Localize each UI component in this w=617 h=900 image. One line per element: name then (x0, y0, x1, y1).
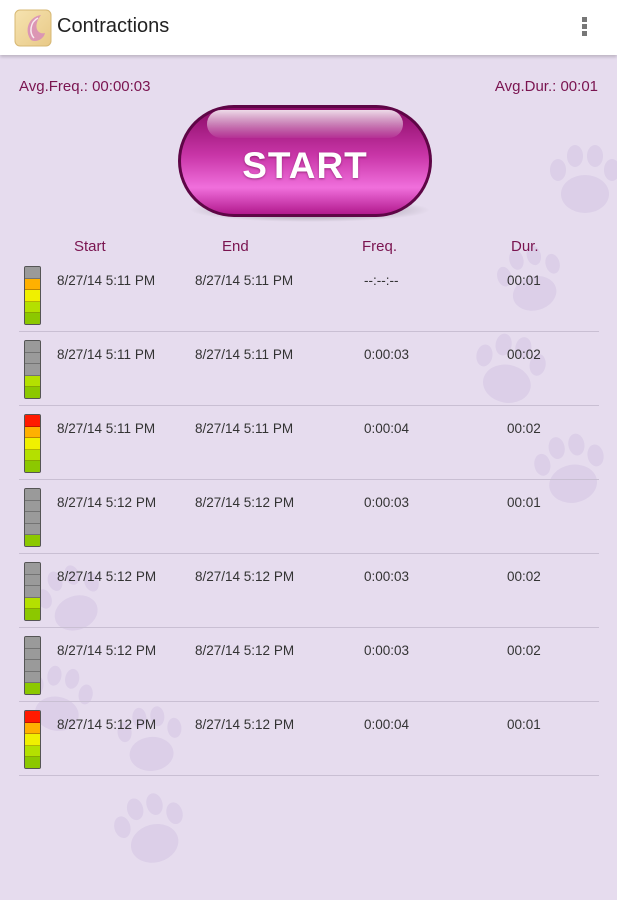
row-frequency: 0:00:04 (364, 421, 410, 436)
row-end-time: 8/27/14 5:12 PM (195, 495, 295, 510)
row-duration: 00:01 (507, 717, 541, 732)
row-frequency: 0:00:03 (364, 495, 410, 510)
intensity-segment (25, 341, 40, 353)
row-divider (19, 775, 599, 776)
row-duration: 00:02 (507, 569, 541, 584)
intensity-segment (25, 438, 40, 450)
row-end-time: 8/27/14 5:11 PM (195, 421, 294, 436)
row-duration: 00:02 (507, 421, 541, 436)
row-end-time: 8/27/14 5:12 PM (195, 569, 295, 584)
intensity-segment (25, 609, 40, 620)
intensity-segment (25, 722, 40, 735)
row-frequency: 0:00:03 (364, 569, 410, 584)
intensity-segment (25, 301, 40, 314)
row-duration: 00:01 (507, 273, 541, 288)
intensity-segment (25, 313, 40, 324)
column-header-end: End (222, 238, 249, 255)
list-item[interactable]: 8/27/14 5:11 PM 8/27/14 5:11 PM 0:00:04 … (0, 406, 617, 480)
intensity-segment (25, 648, 40, 661)
intensity-segment (25, 757, 40, 768)
intensity-meter (24, 562, 41, 621)
intensity-segment (25, 375, 40, 388)
intensity-segment (25, 734, 40, 746)
intensity-segment (25, 489, 40, 501)
row-start-time: 8/27/14 5:12 PM (57, 495, 157, 510)
app-logo-icon (14, 9, 52, 47)
row-start-time: 8/27/14 5:12 PM (57, 643, 157, 658)
intensity-meter (24, 636, 41, 695)
start-button-label: START (242, 145, 368, 186)
list-item[interactable]: 8/27/14 5:11 PM 8/27/14 5:11 PM 0:00:03 … (0, 332, 617, 406)
row-end-time: 8/27/14 5:11 PM (195, 347, 294, 362)
row-frequency: 0:00:03 (364, 643, 410, 658)
column-header-freq: Freq. (362, 238, 398, 255)
row-start-time: 8/27/14 5:12 PM (57, 569, 157, 584)
row-duration: 00:02 (507, 643, 541, 658)
intensity-segment (25, 563, 40, 575)
overflow-menu-icon[interactable] (575, 15, 593, 41)
row-end-time: 8/27/14 5:12 PM (195, 643, 295, 658)
row-frequency: --:--:-- (364, 273, 399, 288)
intensity-segment (25, 683, 40, 694)
row-duration: 00:01 (507, 495, 541, 510)
intensity-segment (25, 586, 40, 598)
intensity-meter (24, 340, 41, 399)
intensity-segment (25, 637, 40, 649)
start-button[interactable]: START (175, 102, 435, 224)
intensity-segment (25, 535, 40, 546)
intensity-segment (25, 574, 40, 587)
average-duration: Avg.Dur.: 00:01 (494, 78, 598, 95)
list-item[interactable]: 8/27/14 5:12 PM 8/27/14 5:12 PM 0:00:03 … (0, 554, 617, 628)
intensity-segment (25, 512, 40, 524)
list-item[interactable]: 8/27/14 5:12 PM 8/27/14 5:12 PM 0:00:03 … (0, 628, 617, 702)
action-bar: Contractions (0, 0, 617, 55)
intensity-segment (25, 267, 40, 279)
intensity-segment (25, 449, 40, 462)
intensity-segment (25, 523, 40, 536)
intensity-segment (25, 660, 40, 672)
intensity-segment (25, 387, 40, 398)
row-start-time: 8/27/14 5:11 PM (57, 421, 156, 436)
intensity-segment (25, 671, 40, 684)
intensity-meter (24, 710, 41, 769)
row-end-time: 8/27/14 5:11 PM (195, 273, 294, 288)
average-frequency: Avg.Freq.: 00:00:03 (19, 78, 151, 95)
row-frequency: 0:00:03 (364, 347, 410, 362)
row-frequency: 0:00:04 (364, 717, 410, 732)
intensity-segment (25, 278, 40, 291)
row-end-time: 8/27/14 5:12 PM (195, 717, 295, 732)
intensity-meter (24, 414, 41, 473)
row-start-time: 8/27/14 5:11 PM (57, 273, 156, 288)
intensity-segment (25, 364, 40, 376)
intensity-meter (24, 488, 41, 547)
contractions-list: 8/27/14 5:11 PM 8/27/14 5:11 PM --:--:--… (0, 258, 617, 776)
row-start-time: 8/27/14 5:11 PM (57, 347, 156, 362)
row-start-time: 8/27/14 5:12 PM (57, 717, 157, 732)
list-item[interactable]: 8/27/14 5:12 PM 8/27/14 5:12 PM 0:00:03 … (0, 480, 617, 554)
intensity-segment (25, 745, 40, 758)
column-header-dur: Dur. (511, 238, 539, 255)
intensity-segment (25, 426, 40, 439)
list-item[interactable]: 8/27/14 5:12 PM 8/27/14 5:12 PM 0:00:04 … (0, 702, 617, 776)
row-duration: 00:02 (507, 347, 541, 362)
intensity-segment (25, 352, 40, 365)
intensity-segment (25, 597, 40, 610)
app-title: Contractions (57, 15, 170, 37)
intensity-segment (25, 500, 40, 513)
intensity-meter (24, 266, 41, 325)
column-header-start: Start (74, 238, 106, 255)
intensity-segment (25, 461, 40, 472)
list-item[interactable]: 8/27/14 5:11 PM 8/27/14 5:11 PM --:--:--… (0, 258, 617, 332)
intensity-segment (25, 290, 40, 302)
intensity-segment (25, 711, 40, 723)
intensity-segment (25, 415, 40, 427)
